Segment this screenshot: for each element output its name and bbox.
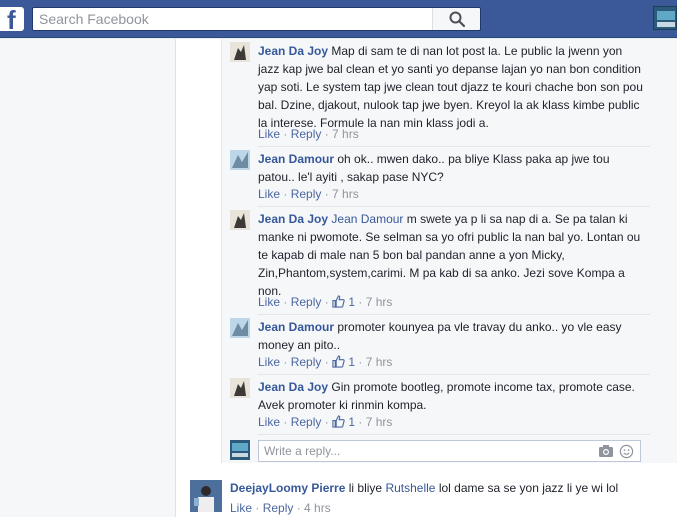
reply-link[interactable]: Reply bbox=[291, 187, 322, 201]
divider bbox=[258, 434, 650, 435]
like-link[interactable]: Like bbox=[258, 355, 280, 369]
like-link[interactable]: Like bbox=[258, 187, 280, 201]
mention-link[interactable]: Rutshelle bbox=[385, 481, 435, 495]
reply-author-link[interactable]: Jean Da Joy bbox=[258, 212, 328, 226]
search-input[interactable] bbox=[33, 8, 443, 30]
like-link[interactable]: Like bbox=[258, 127, 280, 141]
timestamp[interactable]: 7 hrs bbox=[332, 187, 359, 201]
comment-message-end: lol dame sa se yon jazz li ye wi lol bbox=[438, 481, 619, 495]
reply-actions: Like · Reply · 1 · 7 hrs bbox=[258, 354, 393, 370]
reply-actions: Like · Reply · 7 hrs bbox=[258, 127, 359, 141]
emoji-icon[interactable] bbox=[619, 444, 634, 459]
reply-text: Jean Da Joy Jean Damour m swete ya p li … bbox=[258, 210, 643, 300]
like-count[interactable]: 1 bbox=[332, 294, 355, 310]
reply-text: Jean Da Joy Map di sam te di nan lot pos… bbox=[258, 42, 643, 132]
timestamp[interactable]: 7 hrs bbox=[366, 295, 393, 309]
timestamp[interactable]: 4 hrs bbox=[304, 501, 331, 515]
reply-link[interactable]: Reply bbox=[291, 127, 322, 141]
timestamp[interactable]: 7 hrs bbox=[366, 355, 393, 369]
reply-link[interactable]: Reply bbox=[291, 415, 322, 429]
thumbs-up-icon bbox=[332, 355, 345, 368]
avatar[interactable] bbox=[230, 318, 250, 338]
comment-text: DeejayLoomy Pierre li bliye Rutshelle lo… bbox=[230, 480, 660, 496]
reply-author-link[interactable]: Jean Da Joy bbox=[258, 44, 328, 58]
like-count[interactable]: 1 bbox=[332, 354, 355, 370]
reply-text: Jean Da Joy Gin promote bootleg, promote… bbox=[258, 378, 643, 414]
reply-link[interactable]: Reply bbox=[291, 355, 322, 369]
reply-actions: Like · Reply · 1 · 7 hrs bbox=[258, 414, 393, 430]
reply-input[interactable] bbox=[259, 441, 579, 461]
timestamp[interactable]: 7 hrs bbox=[332, 127, 359, 141]
comment-author-link[interactable]: DeejayLoomy Pierre bbox=[230, 481, 345, 495]
reply-link[interactable]: Reply bbox=[291, 295, 322, 309]
reply-actions: Like · Reply · 7 hrs bbox=[258, 187, 359, 201]
like-link[interactable]: Like bbox=[258, 295, 280, 309]
reply-text: Jean Damour oh ok.. mwen dako.. pa bliye… bbox=[258, 150, 643, 186]
search-button[interactable] bbox=[432, 8, 480, 30]
reply-input-box bbox=[258, 440, 641, 462]
facebook-logo-icon[interactable]: f bbox=[0, 6, 24, 34]
reply-composer bbox=[230, 440, 650, 462]
reply-text: Jean Damour promoter kounyea pa vle trav… bbox=[258, 318, 643, 354]
like-link[interactable]: Like bbox=[258, 415, 280, 429]
divider bbox=[258, 374, 650, 375]
divider bbox=[258, 314, 650, 315]
top-bar: f bbox=[0, 0, 677, 38]
avatar bbox=[230, 440, 250, 460]
thumbs-up-icon bbox=[332, 295, 345, 308]
reply-actions: Like · Reply · 1 · 7 hrs bbox=[258, 294, 393, 310]
reply-author-link[interactable]: Jean Da Joy bbox=[258, 380, 328, 394]
divider bbox=[258, 206, 650, 207]
search-icon bbox=[449, 11, 465, 27]
search-box bbox=[32, 7, 481, 31]
like-count[interactable]: 1 bbox=[332, 414, 355, 430]
avatar[interactable] bbox=[230, 150, 250, 170]
reply-author-link[interactable]: Jean Damour bbox=[258, 152, 334, 166]
avatar[interactable] bbox=[230, 42, 250, 62]
comment-actions: Like · Reply · 4 hrs bbox=[230, 501, 331, 515]
reply-link[interactable]: Reply bbox=[263, 501, 294, 515]
profile-avatar[interactable] bbox=[653, 6, 677, 30]
avatar[interactable] bbox=[190, 480, 222, 512]
like-link[interactable]: Like bbox=[230, 501, 252, 515]
mention-link[interactable]: Jean Damour bbox=[331, 212, 403, 226]
comment-message-start: li bliye bbox=[348, 481, 383, 495]
divider bbox=[258, 146, 650, 147]
avatar[interactable] bbox=[230, 378, 250, 398]
avatar[interactable] bbox=[230, 210, 250, 230]
camera-icon[interactable] bbox=[598, 444, 614, 458]
left-column bbox=[0, 39, 176, 517]
thumbs-up-icon bbox=[332, 415, 345, 428]
reply-author-link[interactable]: Jean Damour bbox=[258, 320, 334, 334]
timestamp[interactable]: 7 hrs bbox=[366, 415, 393, 429]
